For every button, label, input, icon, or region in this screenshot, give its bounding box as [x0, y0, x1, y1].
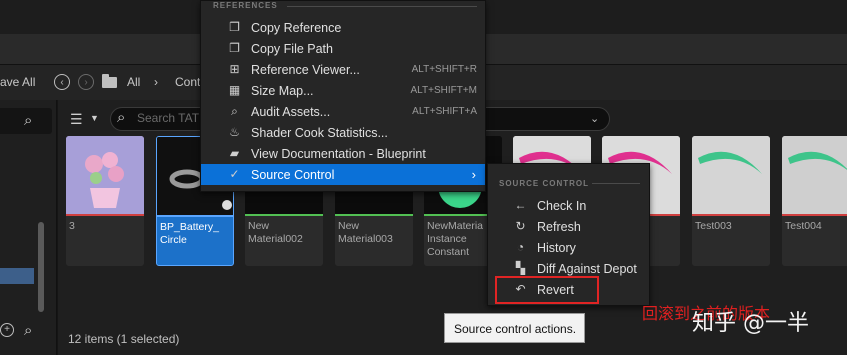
- submenu-item-check-in[interactable]: ← Check In: [488, 195, 649, 216]
- copy-path-icon: ❐: [229, 41, 240, 55]
- cook-icon: ♨: [229, 125, 240, 139]
- asset-status-bar: [245, 214, 323, 216]
- size-map-icon: ▦: [228, 83, 241, 97]
- submenu-item-label: Check In: [537, 199, 587, 213]
- tooltip: Source control actions.: [444, 313, 585, 343]
- asset-label: New Material002: [248, 220, 303, 245]
- asset-label: BP_Battery_ Circle: [160, 221, 219, 246]
- selected-folder-row[interactable]: [0, 268, 34, 284]
- menu-item-size-map[interactable]: ▦ Size Map... ALT+SHIFT+M: [201, 80, 485, 101]
- sources-scrollbar[interactable]: [38, 222, 44, 312]
- item-count-status: 12 items (1 selected): [68, 332, 180, 346]
- search-icon: ⌕: [117, 109, 126, 126]
- menu-item-label: View Documentation - Blueprint: [251, 147, 426, 161]
- stroke-thumbnail: [692, 136, 770, 214]
- submenu-section-source-control: SOURCE CONTROL: [499, 179, 589, 188]
- filter-dropdown-icon[interactable]: ▼: [90, 113, 99, 123]
- asset-status-bar: [692, 214, 770, 216]
- menu-item-label: Reference Viewer...: [251, 63, 360, 77]
- menu-item-label: Copy File Path: [251, 42, 333, 56]
- menu-section-references: REFERENCES: [213, 1, 278, 10]
- stroke-thumbnail: [782, 136, 847, 214]
- menu-item-label: Shader Cook Statistics...: [251, 126, 388, 140]
- menu-item-label: Size Map...: [251, 84, 314, 98]
- check-in-icon: ←: [514, 198, 527, 212]
- filter-icon[interactable]: ☰: [70, 111, 83, 128]
- folder-icon[interactable]: [102, 74, 117, 88]
- breadcrumb-content[interactable]: Cont: [175, 75, 200, 89]
- menu-item-label: Audit Assets...: [251, 105, 331, 119]
- asset-thumbnail: [782, 136, 847, 214]
- asset-tile[interactable]: Test004: [782, 136, 847, 266]
- save-all-button[interactable]: ave All: [0, 75, 35, 89]
- breadcrumb-all[interactable]: All: [127, 75, 140, 89]
- asset-label: 3: [69, 220, 75, 232]
- chevron-down-icon[interactable]: ⌄: [590, 112, 599, 125]
- history-icon: ◔: [516, 240, 525, 254]
- search-icon[interactable]: ⌕: [24, 112, 32, 129]
- menu-item-reference-viewer[interactable]: ⊞ Reference Viewer... ALT+SHIFT+R: [201, 59, 485, 80]
- audit-icon: ⌕: [231, 104, 238, 118]
- submenu-item-label: Diff Against Depot: [537, 262, 637, 276]
- flower-pot-thumbnail: [66, 136, 144, 214]
- menu-item-shortcut: ALT+SHIFT+M: [410, 85, 478, 96]
- menu-item-label: Source Control: [251, 168, 335, 182]
- menu-item-audit[interactable]: ⌕ Audit Assets... ALT+SHIFT+A: [201, 101, 485, 122]
- asset-status-bar: [782, 214, 847, 216]
- section-divider: [287, 6, 477, 7]
- asset-status-bar: [157, 215, 233, 217]
- chevron-right-icon: ›: [471, 167, 476, 182]
- menu-item-copy-path[interactable]: ❐ Copy File Path: [201, 38, 485, 59]
- sources-panel: ⌕ + ⌕: [0, 100, 57, 355]
- asset-label: New Material003: [338, 220, 393, 245]
- revert-highlight-box: [495, 276, 599, 304]
- reference-viewer-icon: ⊞: [229, 62, 240, 76]
- asset-tile[interactable]: Test003: [692, 136, 770, 266]
- search-placeholder: Search TAT: [137, 111, 200, 125]
- watermark: 知乎 @一半: [692, 311, 809, 336]
- menu-item-documentation[interactable]: ▰ View Documentation - Blueprint: [201, 143, 485, 164]
- asset-tile[interactable]: 3: [66, 136, 144, 266]
- asset-context-menu: REFERENCES ❐ Copy Reference ❐ Copy File Pat…: [200, 0, 486, 192]
- menu-item-source-control[interactable]: ✓ Source Control ›: [201, 164, 485, 185]
- asset-label: Test004: [785, 220, 822, 232]
- copy-icon: ❐: [229, 20, 240, 34]
- source-control-icon: ✓: [229, 167, 240, 181]
- menu-item-shortcut: ALT+SHIFT+R: [411, 64, 477, 75]
- section-divider: [592, 183, 640, 184]
- asset-thumbnail: [66, 136, 144, 214]
- add-collection-icon[interactable]: +: [0, 323, 14, 337]
- submenu-item-label: History: [537, 241, 576, 255]
- asset-label: Test003: [695, 220, 732, 232]
- menu-item-label: Copy Reference: [251, 21, 342, 35]
- back-icon[interactable]: ‹: [54, 74, 70, 90]
- menu-item-copy[interactable]: ❐ Copy Reference: [201, 17, 485, 38]
- documentation-icon: ▰: [229, 146, 240, 160]
- submenu-item-refresh[interactable]: ↻ Refresh: [488, 216, 649, 237]
- asset-status-bar: [335, 214, 413, 216]
- submenu-item-history[interactable]: ◔ History: [488, 237, 649, 258]
- submenu-item-label: Refresh: [537, 220, 581, 234]
- breadcrumb-separator: ›: [154, 75, 158, 89]
- forward-icon[interactable]: ›: [78, 74, 94, 90]
- refresh-icon: ↻: [515, 219, 526, 233]
- menu-item-cook[interactable]: ♨ Shader Cook Statistics...: [201, 122, 485, 143]
- asset-status-bar: [66, 214, 144, 216]
- menu-item-shortcut: ALT+SHIFT+A: [412, 106, 477, 117]
- collections-search-icon[interactable]: ⌕: [24, 322, 32, 339]
- asset-thumbnail: [692, 136, 770, 214]
- diff-icon: ▚: [515, 261, 526, 275]
